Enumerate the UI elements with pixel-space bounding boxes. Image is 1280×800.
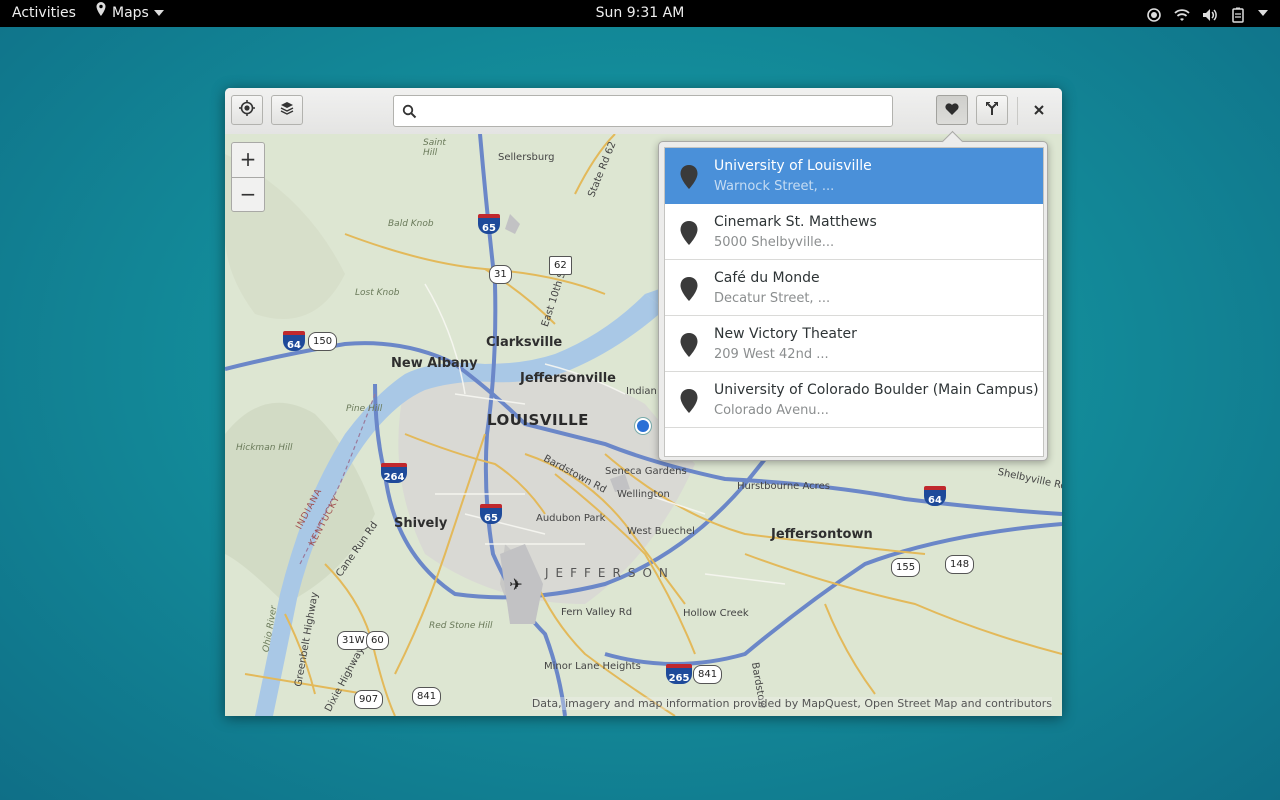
favorites-list: University of Louisville Warnock Street,… [664, 147, 1044, 457]
layers-button[interactable] [271, 95, 303, 125]
favorite-item[interactable]: University of Colorado Boulder (Main Cam… [665, 372, 1043, 428]
favorite-name: University of Louisville [714, 158, 872, 174]
map-label-clarksville: Clarksville [486, 335, 563, 350]
header-separator [1017, 97, 1018, 125]
location-button[interactable] [231, 95, 263, 125]
route-shield: 155 [891, 558, 921, 577]
map-pin-icon [679, 164, 699, 194]
map-pin-icon [679, 388, 699, 418]
volume-icon [1202, 6, 1218, 22]
favorite-address: Colorado Avenu... [714, 403, 829, 418]
favorite-name: New Victory Theater [714, 326, 857, 342]
favorite-name: Café du Monde [714, 270, 820, 286]
route-shield: 907 [354, 690, 384, 709]
interstate-shield: 65 [480, 504, 502, 524]
favorite-name: University of Colorado Boulder (Main Cam… [714, 382, 1039, 398]
route-button[interactable] [976, 95, 1008, 125]
map-label-indian: Indian [626, 386, 657, 397]
map-label-seneca-gardens: Seneca Gardens [605, 466, 687, 477]
search-field[interactable] [393, 95, 893, 127]
zoom-in-button[interactable]: + [232, 143, 264, 177]
search-icon [402, 104, 417, 123]
heart-icon [944, 101, 960, 120]
route-shield: 150 [308, 332, 338, 351]
interstate-shield: 264 [381, 463, 407, 483]
map-label-jefferson: JEFFERSON [545, 566, 675, 580]
system-tray[interactable] [1146, 0, 1268, 27]
map-label-bald-knob: Bald Knob [388, 219, 434, 229]
interstate-shield: 64 [924, 486, 946, 506]
interstate-shield: 64 [283, 331, 305, 351]
interstate-shield: 65 [478, 214, 500, 234]
route-shield: 31W [337, 631, 370, 650]
top-bar: Activities Maps Sun 9:31 AM [0, 0, 1280, 27]
location-icon [1146, 6, 1162, 22]
map-label-wellington: Wellington [617, 489, 670, 500]
map-label-minor-lane-heights: Minor Lane Heights [544, 661, 641, 672]
favorite-address: Warnock Street, ... [714, 179, 835, 194]
wifi-icon [1174, 6, 1190, 22]
map-label-louisville: LOUISVILLE [487, 411, 589, 429]
svg-text:✈: ✈ [509, 575, 522, 594]
map-label-shively: Shively [394, 516, 448, 531]
favorite-item[interactable]: New Victory Theater 209 West 42nd ... [665, 316, 1043, 372]
header-bar [225, 88, 1062, 135]
close-icon [1033, 101, 1045, 120]
favorite-address: 5000 Shelbyville... [714, 235, 835, 250]
chevron-down-icon [153, 0, 164, 27]
map-label-fern-valley-rd: Fern Valley Rd [561, 607, 633, 618]
map-label-lost-knob: Lost Knob [355, 288, 400, 298]
map-pin-icon [679, 332, 699, 362]
map-label-hollow-creek: Hollow Creek [683, 608, 749, 619]
chevron-down-icon [1258, 0, 1268, 27]
map-label-hickman-hill: Hickman Hill [236, 443, 293, 453]
clock[interactable]: Sun 9:31 AM [596, 5, 685, 21]
favorite-address: Decatur Street, ... [714, 291, 831, 306]
favorite-item[interactable]: Café du Monde Decatur Street, ... [665, 260, 1043, 316]
favorites-popover: University of Louisville Warnock Street,… [658, 130, 1048, 461]
crosshair-icon [239, 100, 255, 120]
map-label-new-albany: New Albany [391, 356, 478, 371]
favorite-item[interactable]: Cinemark St. Matthews 5000 Shelbyville..… [665, 204, 1043, 260]
route-shield: 841 [693, 665, 723, 684]
map-label-saint-hill: Saint Hill [423, 138, 446, 158]
favorite-item[interactable]: University of Louisville Warnock Street,… [665, 148, 1043, 204]
route-shield: 841 [412, 687, 442, 706]
battery-icon [1230, 6, 1246, 23]
layers-icon [279, 100, 295, 120]
route-shield: 148 [945, 555, 975, 574]
activities-button[interactable]: Activities [12, 0, 76, 27]
map-label-west-buechel: West Buechel [627, 526, 695, 537]
current-location-marker[interactable] [635, 418, 651, 434]
map-label-sellersburg: Sellersburg [498, 152, 555, 163]
map-marker-icon [95, 0, 107, 27]
route-shield: 62 [549, 256, 572, 275]
zoom-out-button[interactable]: − [232, 177, 264, 211]
search-input[interactable] [424, 99, 888, 125]
route-icon [984, 100, 1000, 120]
map-label-jeffersonville: Jeffersonville [520, 371, 616, 386]
map-label-jeffersontown: Jeffersontown [771, 527, 873, 542]
favorites-button[interactable] [936, 95, 968, 125]
zoom-control: + − [231, 142, 265, 212]
favorite-address: 209 West 42nd ... [714, 347, 829, 362]
interstate-shield: 265 [666, 664, 692, 684]
map-pin-icon [679, 220, 699, 250]
close-button[interactable] [1023, 95, 1055, 125]
route-shield: 60 [366, 631, 389, 650]
map-label-hurstbourne-acres: Hurstbourne Acres [737, 481, 830, 492]
route-shield: 31 [489, 265, 512, 284]
favorite-name: Cinemark St. Matthews [714, 214, 877, 230]
app-menu[interactable]: Maps [95, 0, 164, 27]
map-label-pine-hill: Pine Hill [346, 404, 383, 414]
map-label-red-stone-hill: Red Stone Hill [429, 621, 493, 631]
map-attribution: Data, imagery and map information provid… [531, 697, 1052, 710]
app-menu-label: Maps [112, 5, 149, 21]
map-pin-icon [679, 276, 699, 306]
map-label-audubon-park: Audubon Park [536, 513, 606, 524]
